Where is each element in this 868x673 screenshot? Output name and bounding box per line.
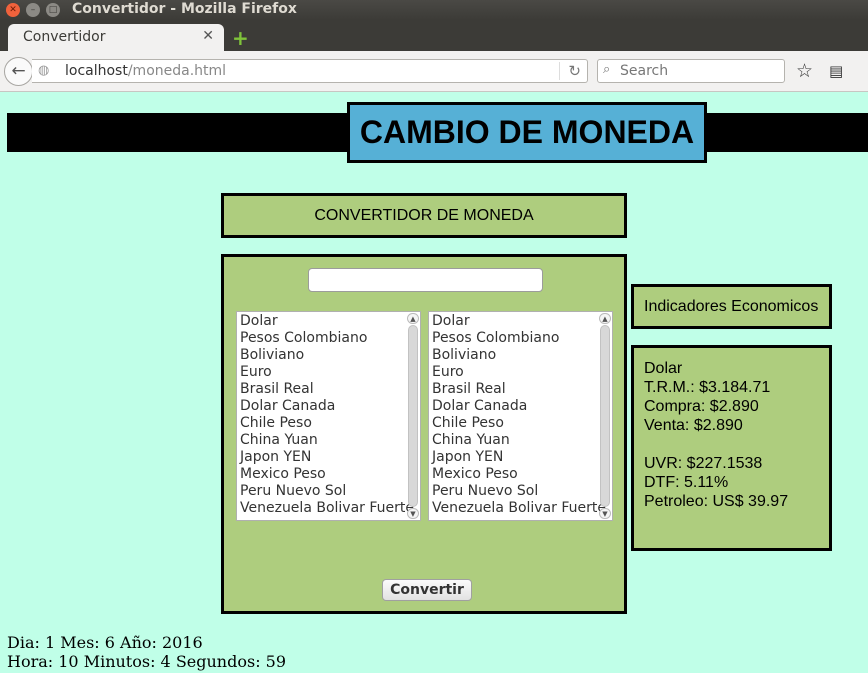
date-time-display: Dia: 1 Mes: 6 Año: 2016 Hora: 10 Minutos… <box>7 633 286 671</box>
currency-option[interactable]: Dolar Canada <box>237 398 409 415</box>
currency-option[interactable]: Dolar <box>237 313 409 330</box>
indicator-uvr: UVR: $227.1538 <box>644 455 763 472</box>
currency-to-options: Dolar Pesos Colombiano Boliviano Euro Brasil… <box>429 313 606 517</box>
currency-from-scrollbar[interactable]: ▲ ▼ <box>407 313 419 519</box>
scroll-down-arrow-icon[interactable]: ▼ <box>407 508 419 519</box>
reload-icon[interactable]: ↻ <box>559 62 581 80</box>
window-close-icon[interactable]: ✕ <box>6 3 20 17</box>
tab-convertidor[interactable]: Convertidor ✕ <box>8 24 224 51</box>
indicator-currency: Dolar <box>644 360 683 377</box>
currency-option[interactable]: Chile Peso <box>237 415 409 432</box>
search-input[interactable] <box>620 62 780 80</box>
currency-option[interactable]: Brasil Real <box>429 381 601 398</box>
indicator-dtf: DTF: 5.11% <box>644 474 729 491</box>
currency-option[interactable]: Chile Peso <box>429 415 601 432</box>
currency-option[interactable]: Euro <box>237 364 409 381</box>
url-bar[interactable]: ◍ localhost/moneda.html ↻ <box>32 59 588 83</box>
window-title: Convertidor - Mozilla Firefox <box>72 1 297 17</box>
search-box[interactable]: ⌕ <box>597 59 785 83</box>
converter-subtitle: CONVERTIDOR DE MONEDA <box>221 193 627 238</box>
page-title: CAMBIO DE MONEDA <box>347 102 707 163</box>
tab-strip: Convertidor ✕ + <box>0 20 868 51</box>
convert-button[interactable]: Convertir <box>382 579 472 601</box>
scrollbar-thumb[interactable] <box>408 325 418 507</box>
date-line: Dia: 1 Mes: 6 Año: 2016 <box>7 633 203 652</box>
currency-option[interactable]: Venezuela Bolivar Fuerte <box>237 500 414 517</box>
indicators-box: Dolar T.R.M.: $3.184.71 Compra: $2.890 V… <box>631 345 832 551</box>
currency-option[interactable]: Dolar <box>429 313 601 330</box>
currency-option[interactable]: Japon YEN <box>429 449 601 466</box>
time-line: Hora: 10 Minutos: 4 Segundos: 59 <box>7 652 287 671</box>
new-tab-icon[interactable]: + <box>232 26 249 50</box>
currency-option[interactable]: Pesos Colombiano <box>237 330 409 347</box>
window-maximize-icon[interactable]: □ <box>46 3 60 17</box>
site-identity-icon[interactable]: ◍ <box>38 63 49 78</box>
scroll-up-arrow-icon[interactable]: ▲ <box>599 313 611 324</box>
indicator-trm: T.R.M.: $3.184.71 <box>644 379 771 396</box>
currency-to-scrollbar[interactable]: ▲ ▼ <box>599 313 611 519</box>
scroll-up-arrow-icon[interactable]: ▲ <box>407 313 419 324</box>
navigation-toolbar: ← ◍ localhost/moneda.html ↻ ⌕ ☆ ▤ <box>0 51 868 92</box>
back-arrow-icon[interactable]: ← <box>4 57 33 86</box>
window-titlebar: ✕ – □ Convertidor - Mozilla Firefox <box>0 0 868 20</box>
currency-option[interactable]: Brasil Real <box>237 381 409 398</box>
currency-option[interactable]: Peru Nuevo Sol <box>237 483 409 500</box>
currency-option[interactable]: Euro <box>429 364 601 381</box>
currency-to-list[interactable]: Dolar Pesos Colombiano Boliviano Euro Brasil… <box>428 311 613 521</box>
search-icon: ⌕ <box>603 62 611 77</box>
currency-option[interactable]: Mexico Peso <box>237 466 409 483</box>
currency-option[interactable]: Pesos Colombiano <box>429 330 601 347</box>
indicator-spacer <box>644 435 829 454</box>
amount-input[interactable] <box>308 268 543 292</box>
currency-option[interactable]: Peru Nuevo Sol <box>429 483 601 500</box>
currency-option[interactable]: Mexico Peso <box>429 466 601 483</box>
currency-option[interactable]: Boliviano <box>237 347 409 364</box>
tab-label: Convertidor <box>23 29 106 45</box>
indicator-compra: Compra: $2.890 <box>644 398 759 415</box>
currency-from-options: Dolar Pesos Colombiano Boliviano Euro Brasil… <box>237 313 414 517</box>
currency-option[interactable]: Venezuela Bolivar Fuerte <box>429 500 606 517</box>
bookmark-star-icon[interactable]: ☆ <box>796 60 813 82</box>
converter-panel: Dolar Pesos Colombiano Boliviano Euro Brasil… <box>221 254 627 614</box>
currency-option[interactable]: Boliviano <box>429 347 601 364</box>
indicators-title: Indicadores Economicos <box>631 284 832 329</box>
window-minimize-icon[interactable]: – <box>26 3 40 17</box>
indicator-venta: Venta: $2.890 <box>644 417 743 434</box>
tab-close-icon[interactable]: ✕ <box>202 28 214 44</box>
indicator-petroleo: Petroleo: US$ 39.97 <box>644 493 789 510</box>
url-text[interactable]: localhost/moneda.html <box>65 63 226 79</box>
scrollbar-thumb[interactable] <box>600 325 610 507</box>
currency-option[interactable]: Japon YEN <box>237 449 409 466</box>
scroll-down-arrow-icon[interactable]: ▼ <box>599 508 611 519</box>
currency-from-list[interactable]: Dolar Pesos Colombiano Boliviano Euro Brasil… <box>236 311 421 521</box>
currency-option[interactable]: China Yuan <box>237 432 409 449</box>
currency-option[interactable]: Dolar Canada <box>429 398 601 415</box>
currency-option[interactable]: China Yuan <box>429 432 601 449</box>
reading-list-icon[interactable]: ▤ <box>829 62 843 80</box>
